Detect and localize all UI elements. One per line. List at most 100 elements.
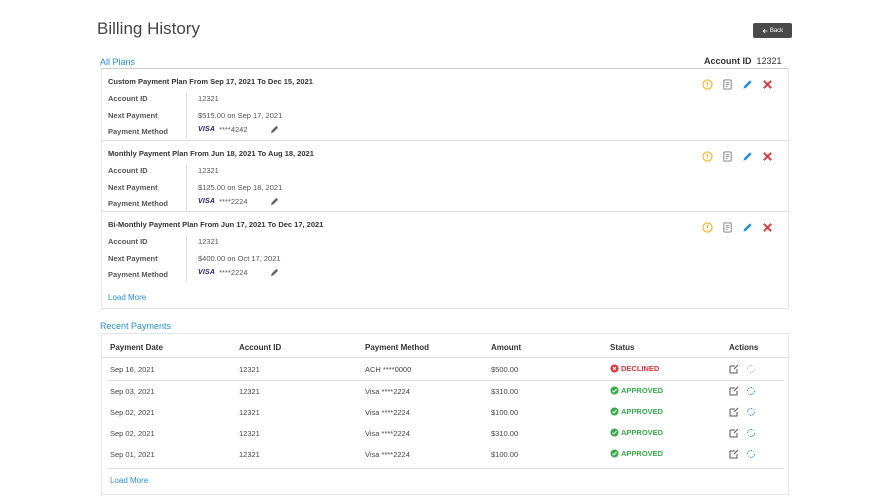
cell-method: Visa ****2224 xyxy=(365,408,410,417)
view-receipt-icon[interactable] xyxy=(729,364,739,374)
payments-load-more-link[interactable]: Load More xyxy=(110,476,148,485)
receipt-icon[interactable] xyxy=(722,222,733,233)
plan-divider xyxy=(186,164,187,211)
delete-x-icon[interactable] xyxy=(762,222,773,233)
info-warning-icon[interactable] xyxy=(702,151,713,162)
visa-logo: VISA xyxy=(198,269,216,276)
plan-next-value: $400.00 on Oct 17, 2021 xyxy=(198,254,281,263)
account-id-label: Account ID xyxy=(704,56,752,66)
cell-amount: $100.00 xyxy=(491,450,519,459)
visa-logo: VISA xyxy=(198,126,216,133)
view-receipt-icon[interactable] xyxy=(729,428,739,438)
view-receipt-icon[interactable] xyxy=(729,449,739,459)
plan-title: Custom Payment Plan From Sep 17, 2021 To… xyxy=(108,77,313,86)
row-actions xyxy=(729,407,756,417)
card-number: ****2224 xyxy=(219,268,248,277)
plan-next-label: Next Payment xyxy=(108,254,158,263)
plan-method-value: VISA ****2224 xyxy=(198,197,279,206)
back-button[interactable]: Back xyxy=(753,23,792,38)
edit-method-pencil-icon[interactable] xyxy=(270,268,279,277)
delete-x-icon[interactable] xyxy=(762,151,773,162)
plan-method-value: VISA ****2224 xyxy=(198,268,279,277)
row-actions xyxy=(729,449,756,459)
edit-method-pencil-icon[interactable] xyxy=(270,125,279,134)
plan-account-value: 12321 xyxy=(198,237,219,246)
plan-divider xyxy=(186,92,187,139)
delete-x-icon[interactable] xyxy=(762,79,773,90)
refund-refresh-icon[interactable] xyxy=(746,407,756,417)
status-badge: APPROVED xyxy=(610,407,663,416)
table-row: Sep 16, 2021 12321 ACH ****0000 $500.00 … xyxy=(102,359,788,380)
plan-account-value: 12321 xyxy=(198,166,219,175)
edit-pencil-icon[interactable] xyxy=(742,79,753,90)
plans-load-more-link[interactable]: Load More xyxy=(108,293,146,302)
recent-payments-link[interactable]: Recent Payments xyxy=(100,321,171,331)
cell-account: 12321 xyxy=(239,408,260,417)
status-text: APPROVED xyxy=(621,449,664,458)
plan-next-value: $515.00 on Sep 17, 2021 xyxy=(198,111,283,120)
plan-actions xyxy=(702,222,773,233)
approved-check-circle-icon xyxy=(610,428,619,437)
status-badge: APPROVED xyxy=(610,428,663,437)
plan-account-label: Account ID xyxy=(108,94,148,103)
refund-refresh-icon[interactable] xyxy=(746,386,756,396)
edit-method-pencil-icon[interactable] xyxy=(270,197,279,206)
cell-account: 12321 xyxy=(239,365,260,374)
page-title: Billing History xyxy=(97,19,200,38)
cell-amount: $310.00 xyxy=(491,387,519,396)
arrow-left-icon xyxy=(762,28,768,33)
plan-card: Monthly Payment Plan From Jun 18, 2021 T… xyxy=(102,140,788,211)
declined-x-circle-icon xyxy=(610,364,619,373)
status-badge: APPROVED xyxy=(610,386,663,395)
receipt-icon[interactable] xyxy=(722,151,733,162)
plan-next-value: $125.00 on Sep 18, 2021 xyxy=(198,183,283,192)
all-plans-link[interactable]: All Plans xyxy=(100,57,135,67)
account-id-value: 12321 xyxy=(756,56,782,66)
edit-pencil-icon[interactable] xyxy=(742,222,753,233)
cell-date: Sep 02, 2021 xyxy=(110,429,155,438)
plan-actions xyxy=(702,151,773,162)
col-payment-date: Payment Date xyxy=(110,343,163,352)
plan-method-value: VISA ****4242 xyxy=(198,125,279,134)
edit-pencil-icon[interactable] xyxy=(742,151,753,162)
table-row: Sep 01, 2021 12321 Visa ****2224 $100.00… xyxy=(102,444,788,465)
status-badge: DECLINED xyxy=(610,364,659,373)
view-receipt-icon[interactable] xyxy=(729,407,739,417)
plan-title: Monthly Payment Plan From Jun 18, 2021 T… xyxy=(108,149,314,158)
col-actions: Actions xyxy=(729,343,759,352)
visa-logo: VISA xyxy=(198,198,216,205)
cell-date: Sep 02, 2021 xyxy=(110,408,155,417)
refund-refresh-icon[interactable] xyxy=(746,449,756,459)
plans-panel: Custom Payment Plan From Sep 17, 2021 To… xyxy=(101,68,789,309)
status-text: DECLINED xyxy=(621,364,660,373)
receipt-icon[interactable] xyxy=(722,79,733,90)
cell-amount: $500.00 xyxy=(491,365,519,374)
cell-date: Sep 01, 2021 xyxy=(110,450,155,459)
plan-next-label: Next Payment xyxy=(108,111,158,120)
plan-divider xyxy=(186,235,187,282)
info-warning-icon[interactable] xyxy=(702,222,713,233)
plan-actions xyxy=(702,79,773,90)
cell-method: ACH ****0000 xyxy=(365,365,412,374)
col-payment-method: Payment Method xyxy=(365,343,430,352)
plan-next-label: Next Payment xyxy=(108,183,158,192)
payments-table: Payment Date Account ID Payment Method A… xyxy=(101,333,789,495)
plan-title: Bi-Monthly Payment Plan From Jun 17, 202… xyxy=(108,220,324,229)
info-warning-icon[interactable] xyxy=(702,79,713,90)
approved-check-circle-icon xyxy=(610,386,619,395)
cell-method: Visa ****2224 xyxy=(365,387,410,396)
refund-refresh-icon xyxy=(747,365,755,373)
plan-card: Custom Payment Plan From Sep 17, 2021 To… xyxy=(102,69,788,139)
view-receipt-icon[interactable] xyxy=(729,386,739,396)
refund-refresh-icon[interactable] xyxy=(746,428,756,438)
plan-account-label: Account ID xyxy=(108,237,148,246)
table-row: Sep 03, 2021 12321 Visa ****2224 $310.00… xyxy=(102,381,788,402)
row-actions xyxy=(729,386,756,396)
approved-check-circle-icon xyxy=(610,407,619,416)
row-actions xyxy=(729,364,756,374)
card-number: ****2224 xyxy=(219,197,248,206)
col-account-id: Account ID xyxy=(239,343,282,352)
col-amount: Amount xyxy=(491,343,522,352)
account-id-header: Account ID 12321 xyxy=(704,56,782,66)
back-button-label: Back xyxy=(769,27,784,34)
